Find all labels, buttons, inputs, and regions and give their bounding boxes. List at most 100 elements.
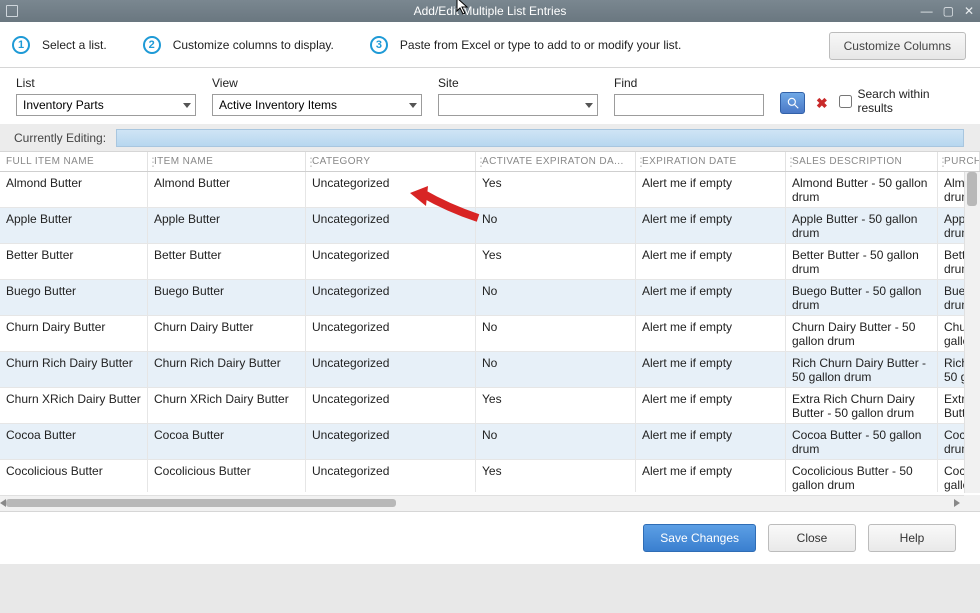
cell-sales[interactable]: Churn Dairy Butter - 50 gallon drum xyxy=(786,316,938,351)
data-grid: FULL ITEM NAME ITEM NAME CATEGORY ACTIVA… xyxy=(0,152,980,512)
cell-exp[interactable]: Alert me if empty xyxy=(636,280,786,315)
filter-row: List Inventory Parts View Active Invento… xyxy=(0,68,980,124)
scroll-right-icon[interactable] xyxy=(954,499,960,507)
view-dropdown[interactable]: Active Inventory Items xyxy=(212,94,422,116)
customize-columns-button[interactable]: Customize Columns xyxy=(829,32,966,60)
col-sales-description[interactable]: SALES DESCRIPTION xyxy=(786,152,938,171)
cell-exp[interactable]: Alert me if empty xyxy=(636,208,786,243)
col-category[interactable]: CATEGORY xyxy=(306,152,476,171)
cell-item[interactable]: Churn Dairy Butter xyxy=(148,316,306,351)
cell-cat[interactable]: Uncategorized xyxy=(306,208,476,243)
cell-act[interactable]: No xyxy=(476,352,636,387)
table-row[interactable]: Apple ButterApple ButterUncategorizedNoA… xyxy=(0,208,980,244)
cell-item[interactable]: Buego Butter xyxy=(148,280,306,315)
cell-sales[interactable]: Better Butter - 50 gallon drum xyxy=(786,244,938,279)
find-input[interactable] xyxy=(614,94,764,116)
cell-item[interactable]: Almond Butter xyxy=(148,172,306,207)
cell-item[interactable]: Cocoa Butter xyxy=(148,424,306,459)
horizontal-scrollbar[interactable] xyxy=(0,495,964,511)
cell-sales[interactable]: Buego Butter - 50 gallon drum xyxy=(786,280,938,315)
view-value: Active Inventory Items xyxy=(219,98,337,112)
clear-search-button[interactable]: ✖ xyxy=(811,92,832,114)
cell-full[interactable]: Buego Butter xyxy=(0,280,148,315)
cell-sales[interactable]: Apple Butter - 50 gallon drum xyxy=(786,208,938,243)
col-full-item-name[interactable]: FULL ITEM NAME xyxy=(0,152,148,171)
cell-cat[interactable]: Uncategorized xyxy=(306,172,476,207)
cell-exp[interactable]: Alert me if empty xyxy=(636,172,786,207)
cell-item[interactable]: Churn Rich Dairy Butter xyxy=(148,352,306,387)
cell-full[interactable]: Cocoa Butter xyxy=(0,424,148,459)
cell-act[interactable]: Yes xyxy=(476,244,636,279)
cell-act[interactable]: No xyxy=(476,316,636,351)
cell-exp[interactable]: Alert me if empty xyxy=(636,460,786,492)
table-row[interactable]: Churn XRich Dairy ButterChurn XRich Dair… xyxy=(0,388,980,424)
table-row[interactable]: Cocoa ButterCocoa ButterUncategorizedNoA… xyxy=(0,424,980,460)
save-changes-button[interactable]: Save Changes xyxy=(643,524,756,552)
step-3-label: Paste from Excel or type to add to or mo… xyxy=(400,38,681,52)
cell-sales[interactable]: Almond Butter - 50 gallon drum xyxy=(786,172,938,207)
site-dropdown[interactable] xyxy=(438,94,598,116)
steps-bar: 1 Select a list. 2 Customize columns to … xyxy=(0,22,980,68)
cell-sales[interactable]: Cocolicious Butter - 50 gallon drum xyxy=(786,460,938,492)
cell-sales[interactable]: Extra Rich Churn Dairy Butter - 50 gallo… xyxy=(786,388,938,423)
cell-exp[interactable]: Alert me if empty xyxy=(636,352,786,387)
system-menu-icon[interactable] xyxy=(6,5,18,17)
cell-item[interactable]: Better Butter xyxy=(148,244,306,279)
col-expiration-date[interactable]: EXPIRATION DATE xyxy=(636,152,786,171)
currently-editing-field[interactable] xyxy=(116,129,964,147)
cell-act[interactable]: Yes xyxy=(476,460,636,492)
table-row[interactable]: Churn Rich Dairy ButterChurn Rich Dairy … xyxy=(0,352,980,388)
cell-full[interactable]: Churn Rich Dairy Butter xyxy=(0,352,148,387)
cell-cat[interactable]: Uncategorized xyxy=(306,424,476,459)
col-item-name[interactable]: ITEM NAME xyxy=(148,152,306,171)
cell-act[interactable]: Yes xyxy=(476,172,636,207)
table-row[interactable]: Almond ButterAlmond ButterUncategorizedY… xyxy=(0,172,980,208)
cell-exp[interactable]: Alert me if empty xyxy=(636,244,786,279)
cell-full[interactable]: Churn XRich Dairy Butter xyxy=(0,388,148,423)
maximize-icon[interactable]: ▢ xyxy=(943,4,954,18)
cell-full[interactable]: Better Butter xyxy=(0,244,148,279)
table-row[interactable]: Churn Dairy ButterChurn Dairy ButterUnca… xyxy=(0,316,980,352)
cell-cat[interactable]: Uncategorized xyxy=(306,460,476,492)
scroll-thumb[interactable] xyxy=(6,499,396,507)
step-3-badge: 3 xyxy=(370,36,388,54)
cell-item[interactable]: Cocolicious Butter xyxy=(148,460,306,492)
cell-full[interactable]: Cocolicious Butter xyxy=(0,460,148,492)
cell-item[interactable]: Churn XRich Dairy Butter xyxy=(148,388,306,423)
cell-exp[interactable]: Alert me if empty xyxy=(636,424,786,459)
cell-exp[interactable]: Alert me if empty xyxy=(636,388,786,423)
vertical-scrollbar[interactable] xyxy=(964,172,980,493)
help-button[interactable]: Help xyxy=(868,524,956,552)
search-within-checkbox[interactable] xyxy=(839,95,852,108)
titlebar: Add/Edit Multiple List Entries — ▢ ✕ xyxy=(0,0,980,22)
cell-cat[interactable]: Uncategorized xyxy=(306,352,476,387)
search-button[interactable] xyxy=(780,92,805,114)
grid-body[interactable]: Almond ButterAlmond ButterUncategorizedY… xyxy=(0,172,980,492)
cell-item[interactable]: Apple Butter xyxy=(148,208,306,243)
cell-sales[interactable]: Cocoa Butter - 50 gallon drum xyxy=(786,424,938,459)
cell-cat[interactable]: Uncategorized xyxy=(306,388,476,423)
cell-cat[interactable]: Uncategorized xyxy=(306,280,476,315)
cell-act[interactable]: No xyxy=(476,424,636,459)
cell-cat[interactable]: Uncategorized xyxy=(306,316,476,351)
col-purchase[interactable]: PURCHA xyxy=(938,152,980,171)
table-row[interactable]: Buego ButterBuego ButterUncategorizedNoA… xyxy=(0,280,980,316)
close-icon[interactable]: ✕ xyxy=(964,4,974,18)
cell-full[interactable]: Almond Butter xyxy=(0,172,148,207)
cell-full[interactable]: Churn Dairy Butter xyxy=(0,316,148,351)
cell-act[interactable]: No xyxy=(476,208,636,243)
close-button[interactable]: Close xyxy=(768,524,856,552)
table-row[interactable]: Better ButterBetter ButterUncategorizedY… xyxy=(0,244,980,280)
cell-full[interactable]: Apple Butter xyxy=(0,208,148,243)
cell-act[interactable]: No xyxy=(476,280,636,315)
col-activate-expiration[interactable]: ACTIVATE EXPIRATON DA... xyxy=(476,152,636,171)
step-2-badge: 2 xyxy=(143,36,161,54)
scroll-thumb[interactable] xyxy=(967,172,977,206)
list-dropdown[interactable]: Inventory Parts xyxy=(16,94,196,116)
table-row[interactable]: Cocolicious ButterCocolicious ButterUnca… xyxy=(0,460,980,492)
cell-act[interactable]: Yes xyxy=(476,388,636,423)
minimize-icon[interactable]: — xyxy=(921,4,933,18)
cell-cat[interactable]: Uncategorized xyxy=(306,244,476,279)
cell-exp[interactable]: Alert me if empty xyxy=(636,316,786,351)
cell-sales[interactable]: Rich Churn Dairy Butter - 50 gallon drum xyxy=(786,352,938,387)
